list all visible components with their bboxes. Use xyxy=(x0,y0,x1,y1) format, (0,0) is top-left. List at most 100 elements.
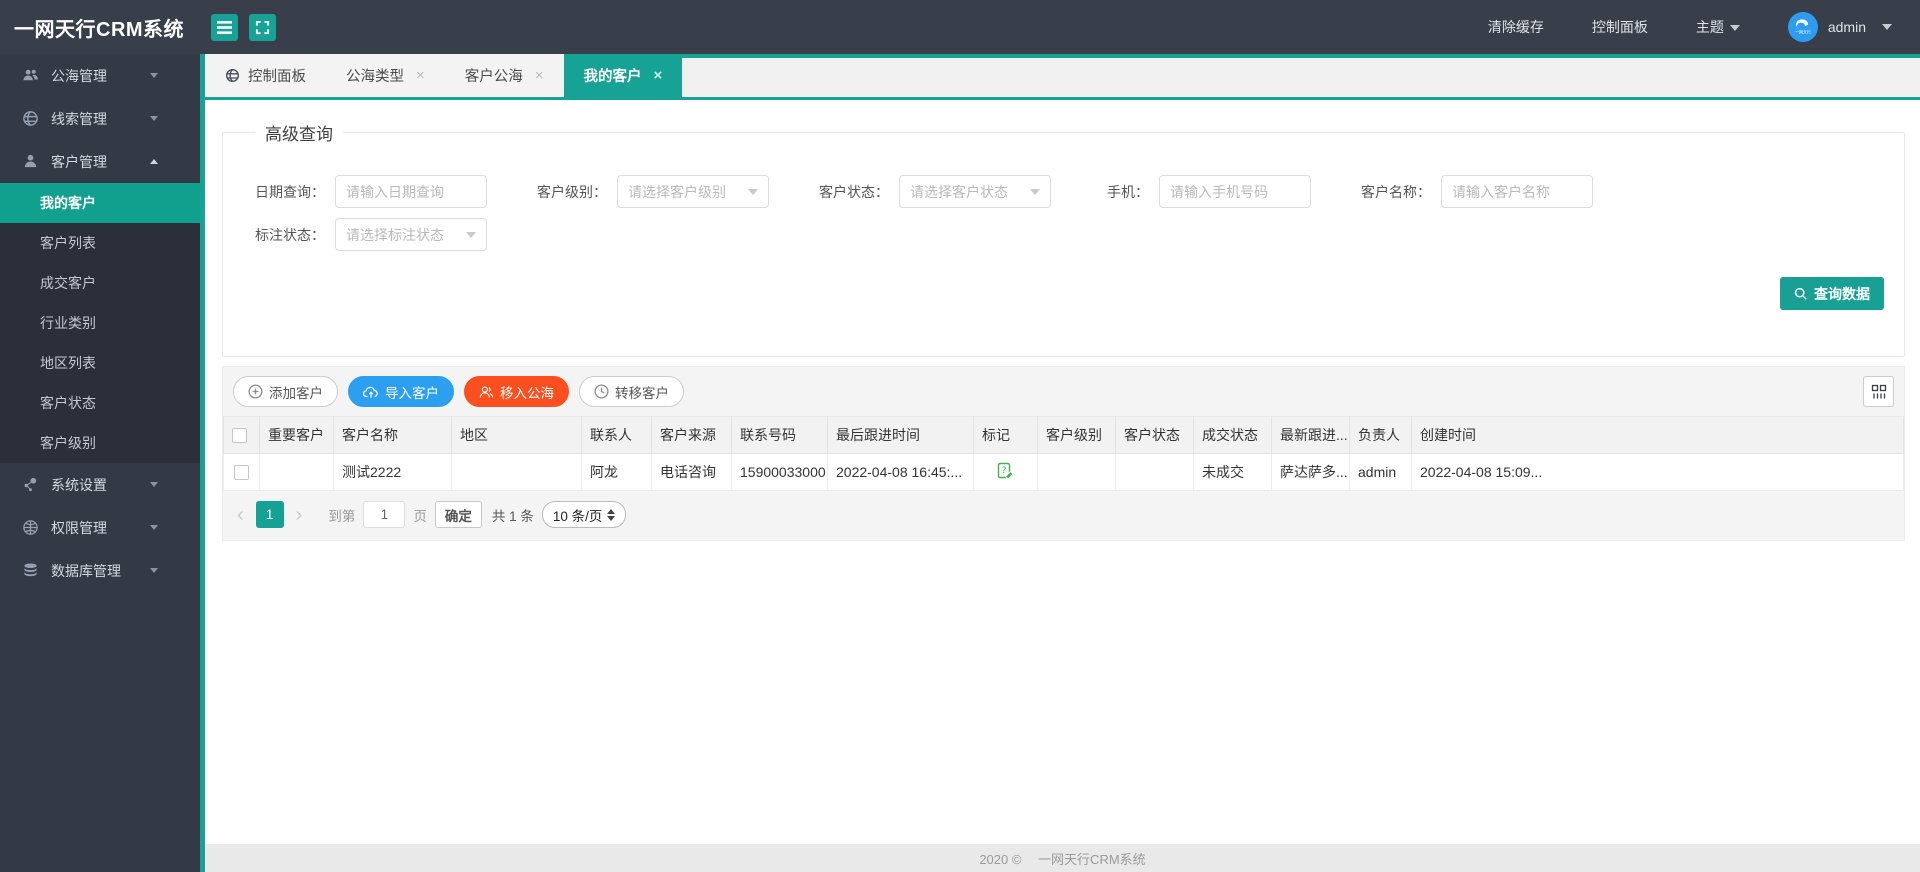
svg-text:?: ? xyxy=(1002,466,1007,476)
page-content: 高级查询 日期查询： 客户级别： 请选择客户级别 客户状态： xyxy=(205,100,1920,844)
top-header: 一网天行CRM系统 清除缓存 控制面板 主题 一网天行 admin xyxy=(0,0,1920,54)
field-label: 客户状态： xyxy=(819,183,889,200)
sidebar-item-deal-customers[interactable]: 成交客户 xyxy=(0,263,200,303)
theme-dropdown[interactable]: 主题 xyxy=(1696,17,1740,37)
import-customer-button[interactable]: 导入客户 xyxy=(348,376,454,407)
page-number-button[interactable]: 1 xyxy=(255,501,284,528)
user-menu[interactable]: 一网天行 admin xyxy=(1787,12,1892,42)
query-data-button[interactable]: 查询数据 xyxy=(1780,277,1884,310)
chevron-down-icon xyxy=(748,188,758,195)
tab-label: 公海类型 xyxy=(346,69,404,85)
fullscreen-icon xyxy=(255,20,270,34)
mark-status-select[interactable]: 请选择标注状态 xyxy=(335,218,487,251)
button-label: 移入公海 xyxy=(500,385,554,401)
tab-label: 控制面板 xyxy=(248,69,306,85)
goto-confirm-button[interactable]: 确定 xyxy=(434,501,482,528)
col-status: 客户状态 xyxy=(1115,416,1194,454)
tab-my-customers[interactable]: 我的客户 × xyxy=(563,54,683,97)
query-data-label: 查询数据 xyxy=(1814,285,1870,302)
goto-page-input[interactable] xyxy=(363,501,406,528)
customer-status-select[interactable]: 请选择客户状态 xyxy=(899,175,1051,208)
col-important: 重要客户 xyxy=(259,416,334,454)
sidebar-item-permissions[interactable]: 权限管理 xyxy=(0,506,200,549)
spinner-arrows-icon xyxy=(607,508,616,521)
col-customer-name: 客户名称 xyxy=(333,416,452,454)
sidebar-item-region-list[interactable]: 地区列表 xyxy=(0,343,200,383)
sidebar-item-public-sea[interactable]: 公海管理 xyxy=(0,54,200,97)
plus-circle-icon xyxy=(248,384,263,399)
sidebar-toggle-button[interactable] xyxy=(211,13,238,41)
sidebar-item-industry-category[interactable]: 行业类别 xyxy=(0,303,200,343)
col-contact: 联系人 xyxy=(581,416,652,454)
cell-contact: 阿龙 xyxy=(581,453,652,491)
cell-owner: admin xyxy=(1349,453,1412,491)
prev-page-button[interactable]: ‹ xyxy=(233,505,248,525)
next-page-button[interactable]: › xyxy=(292,505,307,525)
field-label: 客户级别： xyxy=(537,183,607,200)
tab-customer-sea[interactable]: 客户公海 × xyxy=(444,54,564,97)
button-label: 导入客户 xyxy=(385,385,439,401)
users-icon xyxy=(479,385,494,399)
table-header-row: 重要客户 客户名称 地区 联系人 客户来源 联系号码 最后跟进时间 标记 客户级… xyxy=(223,416,1904,454)
chevron-down-icon xyxy=(150,525,158,530)
globe-icon xyxy=(225,68,240,83)
field-label: 标注状态： xyxy=(255,226,325,243)
select-all-checkbox[interactable] xyxy=(232,428,247,444)
row-checkbox[interactable] xyxy=(234,465,249,481)
close-icon[interactable]: × xyxy=(416,68,425,83)
sidebar-item-customer-list[interactable]: 客户列表 xyxy=(0,223,200,263)
button-label: 添加客户 xyxy=(269,385,323,401)
clear-cache-link[interactable]: 清除缓存 xyxy=(1488,17,1544,37)
col-created: 创建时间 xyxy=(1411,416,1904,454)
sidebar-item-system-settings[interactable]: 系统设置 xyxy=(0,463,200,506)
search-icon xyxy=(1794,287,1807,300)
move-to-sea-button[interactable]: 移入公海 xyxy=(464,376,569,407)
control-panel-link[interactable]: 控制面板 xyxy=(1592,17,1648,37)
page-size-select[interactable]: 10 条/页 xyxy=(541,501,627,528)
sidebar-item-label: 客户管理 xyxy=(51,153,107,170)
field-customer-status: 客户状态： 请选择客户状态 xyxy=(807,175,1051,208)
tab-control-panel[interactable]: 控制面板 xyxy=(205,54,326,97)
sidebar-item-customers[interactable]: 客户管理 xyxy=(0,140,200,183)
sidebar: 公海管理 线索管理 客户管理 我的客户 客户列表 成交客户 行业类别 地区列表 … xyxy=(0,54,200,872)
date-query-input[interactable] xyxy=(335,175,487,208)
close-icon[interactable]: × xyxy=(654,68,663,83)
chevron-up-icon xyxy=(150,159,158,164)
col-region: 地区 xyxy=(451,416,582,454)
avatar: 一网天行 xyxy=(1787,12,1818,42)
field-mark-status: 标注状态： 请选择标注状态 xyxy=(243,218,487,251)
sidebar-item-database[interactable]: 数据库管理 xyxy=(0,549,200,592)
user-icon xyxy=(24,154,37,168)
col-level: 客户级别 xyxy=(1037,416,1116,454)
main-area: 控制面板 公海类型 × 客户公海 × 我的客户 × 高级查询 日期查询： 请输入… xyxy=(205,54,1920,872)
close-icon[interactable]: × xyxy=(535,68,544,83)
transfer-customer-button[interactable]: 转移客户 xyxy=(579,376,684,407)
fullscreen-button[interactable] xyxy=(249,13,276,41)
sidebar-item-label: 系统设置 xyxy=(51,476,107,493)
select-placeholder: 请选择标注状态 xyxy=(346,226,444,243)
goto-suffix-label: 页 xyxy=(413,508,427,524)
mobile-input[interactable] xyxy=(1159,175,1311,208)
sidebar-item-customer-status[interactable]: 客户状态 xyxy=(0,383,200,423)
sidebar-item-leads[interactable]: 线索管理 xyxy=(0,97,200,140)
field-label: 客户名称： xyxy=(1361,183,1431,200)
column-settings-button[interactable] xyxy=(1863,376,1894,407)
col-owner: 负责人 xyxy=(1349,416,1412,454)
col-deal-status: 成交状态 xyxy=(1193,416,1272,454)
note-edit-icon[interactable]: ? xyxy=(997,462,1014,480)
clock-icon xyxy=(594,384,609,399)
tab-sea-type[interactable]: 公海类型 × xyxy=(326,54,445,97)
customer-name-input[interactable] xyxy=(1441,175,1593,208)
total-count-label: 共 1 条 xyxy=(491,508,534,524)
sidebar-item-customer-level[interactable]: 客户级别 xyxy=(0,423,200,463)
sidebar-item-my-customers[interactable]: 我的客户 xyxy=(0,183,200,223)
col-source: 客户来源 xyxy=(651,416,732,454)
cell-customer-name: 测试2222 xyxy=(333,453,452,491)
table-row: 测试2222 阿龙 电话咨询 15900033000 2022-04-08 16… xyxy=(223,453,1904,491)
globe-icon xyxy=(23,111,38,126)
add-customer-button[interactable]: 添加客户 xyxy=(233,376,338,407)
username-label: admin xyxy=(1827,19,1866,35)
chevron-down-icon xyxy=(1030,188,1040,195)
col-last-follow: 最后跟进时间 xyxy=(827,416,974,454)
customer-level-select[interactable]: 请选择客户级别 xyxy=(617,175,769,208)
